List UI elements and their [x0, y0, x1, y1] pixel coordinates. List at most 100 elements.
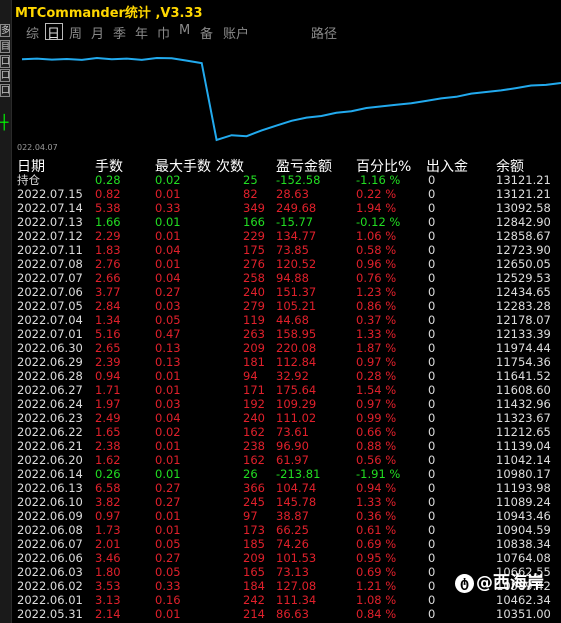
cell-io: 0: [428, 579, 436, 593]
cell-io: 0: [428, 215, 436, 229]
table-row[interactable]: 2022.07.15 0.82 0.01 82 28.63 0.22 % 0 13121.21: [14, 187, 561, 201]
cell-pnl: 127.08: [276, 579, 317, 593]
cell-count: 171: [243, 383, 265, 397]
table-row[interactable]: 2022.06.21 2.38 0.01 238 96.90 0.88 % 0 11139.0…: [14, 439, 561, 453]
cell-pnl: 104.74: [276, 481, 317, 495]
cell-io: 0: [428, 523, 436, 537]
table-row[interactable]: 2022.07.08 2.76 0.01 276 120.52 0.96 % 0 12650.…: [14, 257, 561, 271]
cell-date: 2022.06.27: [17, 383, 83, 397]
table-row[interactable]: 2022.06.29 2.39 0.13 181 112.84 0.97 % 0 11754.…: [14, 355, 561, 369]
cell-date: 2022.06.03: [17, 565, 83, 579]
cell-pct: 0.36 %: [356, 509, 397, 523]
cell-bal: 12858.67: [496, 229, 551, 243]
cell-count: 184: [243, 579, 265, 593]
cell-io: 0: [428, 355, 436, 369]
table-row[interactable]: 2022.07.06 3.77 0.27 240 151.37 1.23 % 0 12434.…: [14, 285, 561, 299]
table-row[interactable]: 2022.05.31 2.14 0.01 214 86.63 0.84 % 0 10351.0…: [14, 607, 561, 621]
cell-bal: 11212.65: [496, 425, 551, 439]
table-row[interactable]: 2022.06.23 2.49 0.04 240 111.02 0.99 % 0 11323.…: [14, 411, 561, 425]
title-bar: MTCommander统计 ,V3.33: [12, 0, 561, 22]
table-row[interactable]: 2022.06.06 3.46 0.27 209 101.53 0.95 % 0 10764.…: [14, 551, 561, 565]
cell-date: 2022.06.07: [17, 537, 83, 551]
table-row[interactable]: 2022.07.05 2.84 0.03 279 105.21 0.86 % 0 12283.…: [14, 299, 561, 313]
table-row[interactable]: 2022.06.07 2.01 0.05 185 74.26 0.69 % 0 10838.3…: [14, 537, 561, 551]
table-row[interactable]: 2022.07.04 1.34 0.05 119 44.68 0.37 % 0 12178.0…: [14, 313, 561, 327]
cell-pct: 0.95 %: [356, 551, 397, 565]
cell-bal: 11042.14: [496, 453, 551, 467]
cell-pct: 0.22 %: [356, 187, 397, 201]
table-row[interactable]: 2022.07.13 1.66 0.01 166 -15.77 -0.12 % 0 12842…: [14, 215, 561, 229]
table-row[interactable]: 2022.07.12 2.29 0.01 229 134.77 1.06 % 0 12858.…: [14, 229, 561, 243]
cell-max: 0.33: [155, 201, 181, 215]
cell-bal: 11139.04: [496, 439, 551, 453]
cell-pct: 0.86 %: [356, 299, 397, 313]
cell-pct: 0.56 %: [356, 453, 397, 467]
table-row[interactable]: 2022.06.20 1.62 0.01 162 61.97 0.56 % 0 11042.1…: [14, 453, 561, 467]
table-row[interactable]: 2022.06.14 0.26 0.01 26 -213.81 -1.91 % 0 10980…: [14, 467, 561, 481]
cell-io: 0: [428, 187, 436, 201]
cell-date: 2022.06.29: [17, 355, 83, 369]
cell-bal: 11608.60: [496, 383, 551, 397]
table-row[interactable]: 2022.07.07 2.66 0.04 258 94.88 0.76 % 0 12529.5…: [14, 271, 561, 285]
cell-lots: 2.66: [95, 271, 121, 285]
crosshair-icon[interactable]: ┼: [0, 116, 8, 130]
table-row[interactable]: 2022.07.14 5.38 0.33 349 249.68 1.94 % 0 13092.…: [14, 201, 561, 215]
cell-lots: 3.13: [95, 593, 121, 607]
cell-io: 0: [428, 411, 436, 425]
cell-pct: 0.61 %: [356, 523, 397, 537]
cell-lots: 3.77: [95, 285, 121, 299]
table-row[interactable]: 2022.07.01 5.16 0.47 263 158.95 1.33 % 0 12133.…: [14, 327, 561, 341]
cell-io: 0: [428, 313, 436, 327]
cell-pnl: 112.84: [276, 355, 317, 369]
cell-bal: 12434.65: [496, 285, 551, 299]
period-tab-bar: 综 日 周 月 季 年 巾 M 备 账户 路径: [12, 22, 561, 42]
cell-pct: -1.91 %: [356, 467, 401, 481]
cell-date: 2022.06.06: [17, 551, 83, 565]
cell-date: 2022.07.01: [17, 327, 83, 341]
cell-date: 2022.07.14: [17, 201, 83, 215]
table-row[interactable]: 2022.06.28 0.94 0.01 94 32.92 0.28 % 0 11641.52: [14, 369, 561, 383]
table-row[interactable]: 2022.06.30 2.65 0.13 209 220.08 1.87 % 0 11974.…: [14, 341, 561, 355]
cell-bal: 11432.96: [496, 397, 551, 411]
cell-bal: 10764.08: [496, 551, 551, 565]
cell-io: 0: [428, 439, 436, 453]
toolbar-button-2[interactable]: 目: [0, 40, 10, 53]
table-row[interactable]: 2022.06.09 0.97 0.01 97 38.87 0.36 % 0 10943.46: [14, 509, 561, 523]
cell-pnl: 145.78: [276, 495, 317, 509]
cell-date: 2022.06.09: [17, 509, 83, 523]
cell-pct: 1.08 %: [356, 593, 397, 607]
table-row[interactable]: 2022.06.27 1.71 0.01 171 175.64 1.54 % 0 11608.…: [14, 383, 561, 397]
cell-count: 263: [243, 327, 265, 341]
table-row[interactable]: 2022.07.11 1.83 0.04 175 73.85 0.58 % 0 12723.9…: [14, 243, 561, 257]
table-row[interactable]: 2022.06.22 1.65 0.02 162 73.61 0.66 % 0 11212.6…: [14, 425, 561, 439]
table-row[interactable]: 2022.06.01 3.13 0.16 242 111.34 1.08 % 0 10462.…: [14, 593, 561, 607]
cell-pct: 1.06 %: [356, 229, 397, 243]
cell-io: 0: [428, 299, 436, 313]
cell-max: 0.27: [155, 285, 181, 299]
cell-max: 0.13: [155, 341, 181, 355]
cell-date: 2022.06.20: [17, 453, 83, 467]
table-row[interactable]: 2022.06.24 1.97 0.03 192 109.29 0.97 % 0 11432.…: [14, 397, 561, 411]
cell-lots: 1.71: [95, 383, 121, 397]
cell-pct: 1.54 %: [356, 383, 397, 397]
tab-m[interactable]: M: [179, 23, 190, 38]
cell-max: 0.01: [155, 215, 181, 229]
table-row[interactable]: 2022.06.13 6.58 0.27 366 104.74 0.94 % 0 11193.…: [14, 481, 561, 495]
cell-bal: 13121.21: [496, 187, 551, 201]
toolbar-button-1[interactable]: 多: [0, 24, 10, 37]
equity-chart-svg: [21, 56, 561, 142]
cell-pnl: 105.21: [276, 299, 317, 313]
cell-lots: 0.26: [95, 467, 121, 481]
toolbar-button-4[interactable]: 口: [0, 69, 10, 82]
cell-pnl: 73.85: [276, 243, 309, 257]
cell-io: 0: [428, 453, 436, 467]
cell-date: 2022.06.22: [17, 425, 83, 439]
toolbar-button-3[interactable]: 口: [0, 55, 10, 68]
cell-bal: 12283.28: [496, 299, 551, 313]
cell-pnl: 44.68: [276, 313, 309, 327]
toolbar-button-5[interactable]: 口: [0, 84, 10, 97]
cell-pnl: 38.87: [276, 509, 309, 523]
table-row[interactable]: 持仓 0.28 0.02 25 -152.58 -1.16 % 0 13121.21: [14, 173, 561, 187]
table-row[interactable]: 2022.06.10 3.82 0.27 245 145.78 1.33 % 0 11089.…: [14, 495, 561, 509]
table-row[interactable]: 2022.06.08 1.73 0.01 173 66.25 0.61 % 0 10904.5…: [14, 523, 561, 537]
